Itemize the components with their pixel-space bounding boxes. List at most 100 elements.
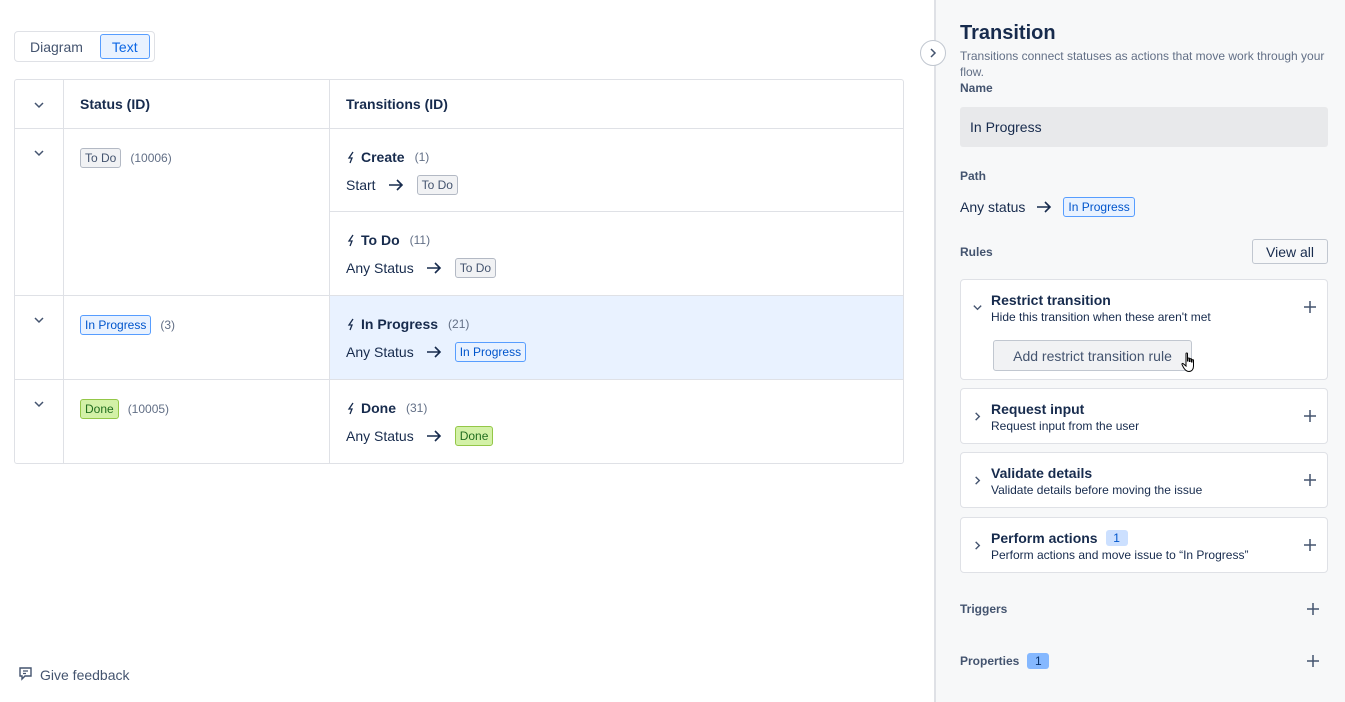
workflow-editor: Diagram Text Status (ID) Transitions (ID… xyxy=(0,0,1345,702)
chevron-right-icon[interactable] xyxy=(970,538,984,552)
rule-title: Perform actions 1 xyxy=(991,530,1128,546)
transition-from: Any Status xyxy=(346,428,414,444)
transition-from: Start xyxy=(346,177,376,193)
name-label: Name xyxy=(960,81,993,95)
chevron-right-icon[interactable] xyxy=(970,473,984,487)
count-badge: 1 xyxy=(1105,530,1128,546)
table-row: To Do (10006) Create (1) Start To Do To … xyxy=(15,129,903,296)
transition-to-lozenge: To Do xyxy=(416,175,458,195)
workflow-table: Status (ID) Transitions (ID) To Do (1000… xyxy=(14,79,904,464)
transition-name: Done xyxy=(361,400,396,416)
arrow-right-icon xyxy=(1036,200,1052,214)
transition-to-lozenge: Done xyxy=(454,426,494,446)
path-row: Any status In Progress xyxy=(960,196,1135,218)
rule-subtitle: Hide this transition when these aren't m… xyxy=(991,310,1211,324)
text-view-button[interactable]: Text xyxy=(99,34,150,59)
path-from: Any status xyxy=(960,199,1026,215)
plus-icon[interactable] xyxy=(1302,537,1318,553)
transition-from: Any Status xyxy=(346,260,414,276)
transition-details-panel: Transition Transitions connect statuses … xyxy=(934,0,1345,702)
transition-icon xyxy=(346,318,357,331)
transitions-cell: Done (31) Any Status Done xyxy=(330,380,903,463)
chevron-down-icon[interactable] xyxy=(32,146,46,160)
transition-name: To Do xyxy=(361,232,400,248)
diagram-view-button[interactable]: Diagram xyxy=(17,34,96,59)
view-all-button[interactable]: View all xyxy=(1252,239,1328,264)
transition-id: (21) xyxy=(448,317,470,331)
row-toggle-cell xyxy=(15,129,64,295)
transitions-cell: In Progress (21) Any Status In Progress xyxy=(330,296,903,379)
arrow-right-icon xyxy=(388,178,404,192)
rule-card-validate-details[interactable]: Validate details Validate details before… xyxy=(960,452,1328,508)
row-toggle-cell xyxy=(15,380,64,463)
view-toggle: Diagram Text xyxy=(14,31,155,62)
path-to-lozenge: In Progress xyxy=(1063,197,1135,217)
chevron-down-icon[interactable] xyxy=(970,300,984,314)
transition-name: Create xyxy=(361,149,405,165)
rule-title: Restrict transition xyxy=(991,292,1111,308)
transitions-cell: Create (1) Start To Do To Do (11) Any St… xyxy=(330,129,903,295)
status-lozenge: Done xyxy=(80,399,119,419)
properties-section: Properties 1 xyxy=(960,651,1328,671)
transitions-column-header: Transitions (ID) xyxy=(346,96,448,112)
chevron-right-icon xyxy=(927,47,939,59)
path-label: Path xyxy=(960,169,987,183)
count-badge: 1 xyxy=(1027,653,1050,669)
rule-subtitle: Validate details before moving the issue xyxy=(991,483,1203,497)
row-toggle-cell xyxy=(15,296,64,379)
status-id: (10005) xyxy=(127,402,170,416)
status-column-header: Status (ID) xyxy=(64,80,330,128)
chevron-down-icon[interactable] xyxy=(32,313,46,327)
plus-icon[interactable] xyxy=(1305,653,1321,669)
arrow-right-icon xyxy=(426,261,442,275)
status-id: (10006) xyxy=(130,151,172,165)
transition-item[interactable]: Done (31) Any Status Done xyxy=(330,380,903,463)
table-header: Status (ID) Transitions (ID) xyxy=(15,80,903,129)
rule-card-request-input[interactable]: Request input Request input from the use… xyxy=(960,388,1328,444)
transition-from: Any Status xyxy=(346,344,414,360)
table-row: In Progress (3) In Progress (21) Any Sta… xyxy=(15,296,903,380)
properties-label: Properties xyxy=(960,654,1020,668)
add-restrict-transition-rule-button[interactable]: Add restrict transition rule xyxy=(993,340,1192,371)
rule-card-perform-actions[interactable]: Perform actions 1 Perform actions and mo… xyxy=(960,517,1328,573)
rule-subtitle: Request input from the user xyxy=(991,419,1140,433)
status-id: (3) xyxy=(160,318,176,332)
transition-icon xyxy=(346,402,357,415)
plus-icon[interactable] xyxy=(1302,299,1318,315)
arrow-right-icon xyxy=(426,429,442,443)
status-cell: To Do (10006) xyxy=(64,129,330,295)
chevron-right-icon[interactable] xyxy=(970,409,984,423)
transition-icon xyxy=(346,234,357,247)
plus-icon[interactable] xyxy=(1302,472,1318,488)
arrow-right-icon xyxy=(426,345,442,359)
give-feedback-label: Give feedback xyxy=(40,667,130,683)
triggers-section: Triggers xyxy=(960,599,1328,619)
rule-card-restrict-transition: Restrict transition Hide this transition… xyxy=(960,279,1328,380)
give-feedback-button[interactable]: Give feedback xyxy=(18,666,130,684)
rule-title: Request input xyxy=(991,401,1085,417)
plus-icon[interactable] xyxy=(1305,601,1321,617)
table-row: Done (10005) Done (31) Any Status Done xyxy=(15,380,903,463)
transition-id: (1) xyxy=(414,150,430,164)
transition-name: In Progress xyxy=(361,316,439,332)
transition-id: (31) xyxy=(406,401,428,415)
collapse-panel-button[interactable] xyxy=(920,40,946,66)
chevron-down-icon[interactable] xyxy=(32,98,46,112)
panel-title: Transition xyxy=(960,22,1056,44)
hand-pointer-cursor-icon xyxy=(1181,352,1194,373)
transition-to-lozenge: To Do xyxy=(454,258,497,278)
chevron-down-icon[interactable] xyxy=(32,397,46,411)
transition-to-lozenge: In Progress xyxy=(454,342,527,362)
feedback-icon xyxy=(18,666,33,684)
rule-subtitle: Perform actions and move issue to “In Pr… xyxy=(991,548,1249,562)
transition-item-selected[interactable]: In Progress (21) Any Status In Progress xyxy=(330,296,903,379)
name-field[interactable]: In Progress xyxy=(960,107,1328,147)
transition-item[interactable]: Create (1) Start To Do xyxy=(330,129,903,212)
transition-item[interactable]: To Do (11) Any Status To Do xyxy=(330,212,903,295)
status-lozenge: To Do xyxy=(80,148,122,168)
triggers-label: Triggers xyxy=(960,602,1008,616)
plus-icon[interactable] xyxy=(1302,408,1318,424)
status-lozenge: In Progress xyxy=(80,315,152,335)
status-cell: Done (10005) xyxy=(64,380,330,463)
transition-icon xyxy=(346,151,357,164)
